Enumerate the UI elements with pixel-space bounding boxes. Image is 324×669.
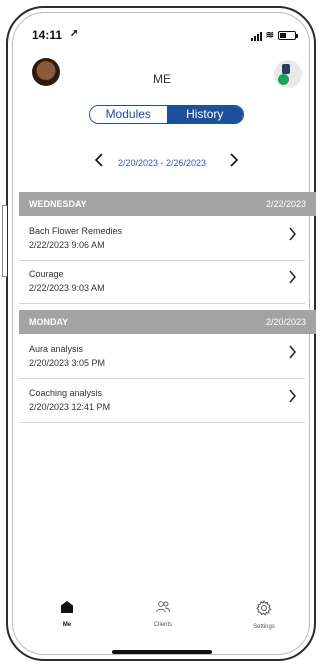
gear-icon	[256, 599, 272, 616]
item-name: Aura analysis	[29, 344, 84, 354]
list-item[interactable]: Courage 2/22/2023 9:03 AM	[19, 261, 305, 304]
item-name: Coaching analysis	[29, 388, 103, 398]
clients-icon	[156, 601, 170, 613]
tab-clients[interactable]: Clients	[133, 600, 193, 628]
item-name: Courage	[29, 269, 64, 279]
battery-icon	[278, 31, 298, 40]
tab-me[interactable]: Me	[37, 600, 97, 628]
next-week-button[interactable]	[229, 153, 239, 172]
chevron-right-icon	[288, 270, 297, 289]
signal-icon	[250, 31, 262, 41]
list-item[interactable]: Coaching analysis 2/20/2023 12:41 PM	[19, 380, 305, 423]
status-bar: 14:11 ➚ ≋	[18, 28, 306, 44]
list-item[interactable]: Aura analysis 2/20/2023 3:05 PM	[19, 336, 305, 379]
chevron-right-icon	[230, 153, 239, 167]
list-item[interactable]: Bach Flower Remedies 2/22/2023 9:06 AM	[19, 218, 305, 261]
chevron-right-icon	[288, 227, 297, 246]
home-icon	[61, 601, 73, 613]
chevron-right-icon	[288, 389, 297, 408]
segment-modules[interactable]: Modules	[90, 106, 167, 123]
item-date: 2/20/2023 12:41 PM	[29, 402, 111, 412]
section-day: MONDAY	[29, 317, 69, 327]
date-range: 2/20/2023 - 2/26/2023	[117, 158, 207, 168]
chevron-right-icon	[288, 345, 297, 364]
section-date: 2/22/2023	[265, 199, 306, 209]
home-indicator	[112, 650, 212, 654]
section-day: WEDNESDAY	[29, 199, 87, 209]
section-header: WEDNESDAY 2/22/2023	[19, 192, 316, 216]
segment-history[interactable]: History	[166, 106, 243, 123]
tab-settings[interactable]: Settings	[234, 599, 294, 630]
item-date: 2/20/2023 3:05 PM	[29, 358, 106, 368]
item-date: 2/22/2023 9:03 AM	[29, 283, 105, 293]
tab-label: Clients	[153, 622, 173, 628]
section-date: 2/20/2023	[265, 317, 306, 327]
segmented-control: Modules History	[89, 105, 244, 124]
item-name: Bach Flower Remedies	[29, 226, 123, 236]
side-button	[2, 205, 7, 277]
tab-label: Me	[62, 622, 72, 628]
wifi-icon: ≋	[265, 30, 274, 41]
location-arrow-icon: ➚	[70, 28, 79, 39]
item-date: 2/22/2023 9:06 AM	[29, 240, 105, 250]
tab-label: Settings	[253, 624, 275, 630]
switch-user-icon[interactable]	[274, 60, 302, 88]
section-header: MONDAY 2/20/2023	[19, 310, 316, 334]
status-time: 14:11	[32, 28, 63, 42]
status-icons: ≋	[250, 30, 298, 41]
